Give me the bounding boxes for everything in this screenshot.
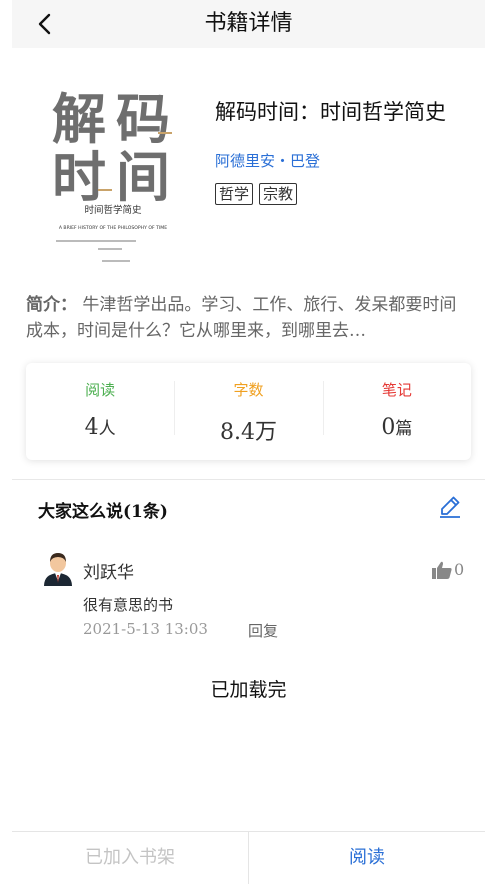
edit-pencil-icon[interactable]: [438, 494, 462, 518]
book-intro[interactable]: 简介： 牛津哲学出品。学习、工作、旅行、发呆都要时间成本，时间是什么？它从哪里来…: [26, 292, 466, 344]
stat-readers: 阅读 4人: [26, 363, 174, 460]
bottom-action-bar: 已加入书架 阅读: [12, 831, 485, 884]
stat-readers-number: 4: [84, 415, 99, 440]
stat-notes[interactable]: 笔记 0篇: [322, 363, 471, 460]
comment-timestamp: 2021-5-13 13:03: [83, 620, 208, 638]
read-button[interactable]: 阅读: [249, 832, 485, 884]
header-bar: 书籍详情: [12, 0, 485, 48]
stat-readers-unit: 人: [98, 419, 116, 439]
book-tags: 哲学 宗教: [215, 183, 298, 205]
page-title: 书籍详情: [204, 11, 293, 36]
cover-title-char-2: 码: [116, 88, 170, 151]
comment-text: 很有意思的书: [83, 596, 174, 614]
commenter-name[interactable]: 刘跃华: [83, 558, 134, 583]
comments-section-title: 大家这么说(1条): [38, 502, 168, 522]
load-complete-text: 已加载完: [210, 679, 287, 701]
thumbs-up-icon: [432, 561, 452, 579]
stat-notes-label: 笔记: [381, 381, 412, 399]
user-avatar[interactable]: [42, 550, 74, 586]
cover-cn-subtitle: 时间哲学简史: [84, 204, 142, 216]
intro-text: 牛津哲学出品。学习、工作、旅行、发呆都要时间成本，时间是什么？它从哪里来，到哪里…: [26, 295, 457, 341]
book-title: 解码时间：时间哲学简史: [215, 100, 446, 124]
tag-religion[interactable]: 宗教: [259, 183, 298, 205]
stat-notes-unit: 篇: [395, 419, 413, 439]
stats-card: 阅读 4人 字数 8.4万 笔记 0篇: [26, 363, 471, 460]
reply-button[interactable]: 回复: [248, 620, 278, 641]
stat-word-count-label: 字数: [233, 381, 264, 399]
like-button[interactable]: 0: [432, 560, 464, 579]
added-to-shelf-button[interactable]: 已加入书架: [12, 832, 249, 884]
stat-notes-value: 0篇: [323, 414, 471, 440]
stat-word-count-value: 8.4万: [219, 420, 277, 445]
book-author-link[interactable]: 阿德里安・巴登: [215, 150, 320, 171]
stat-word-count: 字数 8.4万: [174, 363, 322, 460]
stat-notes-number: 0: [381, 415, 396, 440]
book-cover-image: 解 码 时 间 时间哲学简史 A BRIEF HISTORY OF THE PH…: [38, 78, 188, 270]
cover-en-subtitle: A BRIEF HISTORY OF THE PHILOSOPHY OF TIM…: [59, 225, 167, 231]
stat-readers-label: 阅读: [85, 381, 116, 399]
tag-philosophy[interactable]: 哲学: [215, 183, 254, 205]
intro-label: 简介：: [26, 295, 77, 315]
cover-title-char-3: 时: [52, 146, 106, 209]
cover-title-char-4: 间: [116, 146, 170, 209]
stat-readers-value: 4人: [26, 414, 174, 440]
cover-title-char-1: 解: [52, 88, 106, 151]
section-divider: [12, 479, 485, 480]
like-count: 0: [454, 560, 465, 579]
